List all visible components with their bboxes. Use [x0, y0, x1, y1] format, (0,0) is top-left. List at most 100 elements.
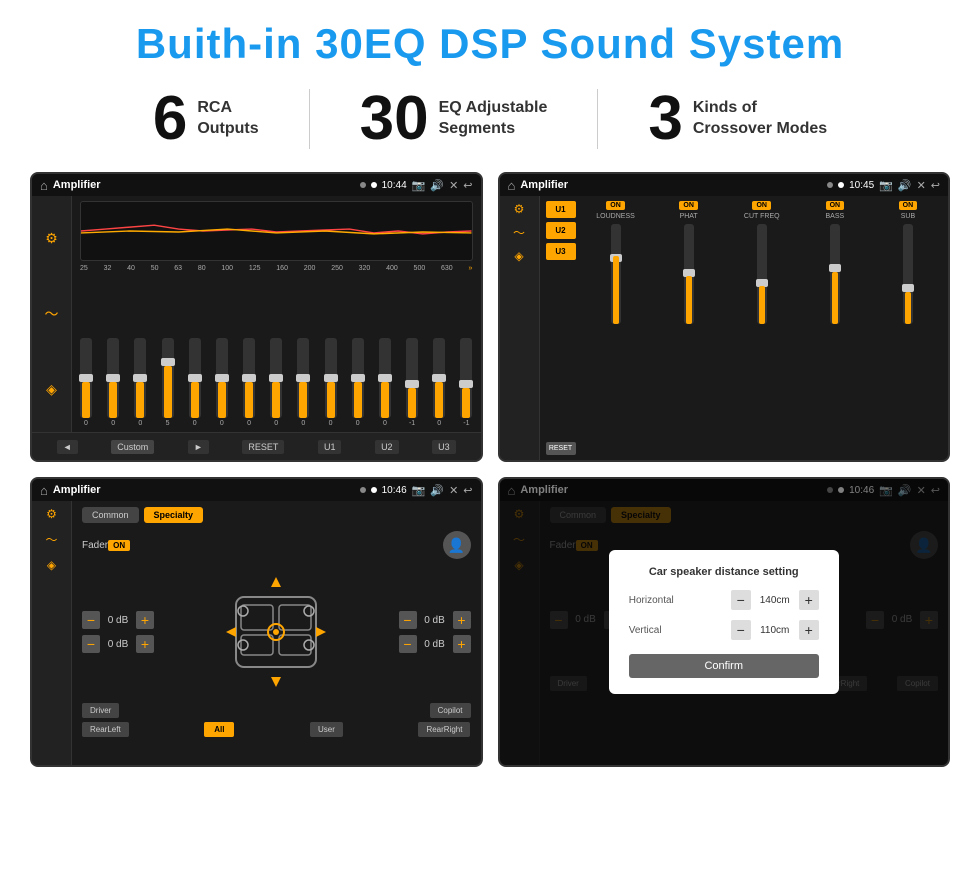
eq-slider-track-1[interactable] [107, 338, 119, 418]
eq-speaker-icon[interactable]: ◈ [46, 381, 57, 398]
eq-wave-icon[interactable]: 〜 [45, 304, 59, 324]
eq-slider-track-4[interactable] [189, 338, 201, 418]
eq-slider-thumb-12[interactable] [405, 380, 419, 388]
dsp-close-icon[interactable]: ✕ [917, 179, 926, 192]
dialog-horizontal-minus-btn[interactable]: − [731, 590, 751, 610]
home-icon[interactable]: ⌂ [40, 178, 48, 193]
fader-wave-icon[interactable]: 〜 [45, 531, 57, 548]
eq-slider-thumb-13[interactable] [432, 374, 446, 382]
fader-tr-minus-btn[interactable]: − [399, 611, 417, 629]
fader-bl-plus-btn[interactable]: + [136, 635, 154, 653]
dsp-loudness-track[interactable] [611, 224, 621, 324]
close-icon[interactable]: ✕ [449, 179, 458, 192]
eq-slider-thumb-3[interactable] [161, 358, 175, 366]
eq-slider-thumb-2[interactable] [133, 374, 147, 382]
dsp-sub-on[interactable]: ON [899, 201, 918, 210]
fader-tl-plus-btn[interactable]: + [136, 611, 154, 629]
eq-u3-btn[interactable]: U3 [432, 440, 456, 454]
eq-reset-btn[interactable]: RESET [242, 440, 284, 454]
dsp-reset-btn[interactable]: RESET [546, 442, 576, 455]
dialog-vertical-minus-btn[interactable]: − [731, 620, 751, 640]
fader-driver-btn[interactable]: Driver [82, 703, 119, 718]
eq-slider-thumb-6[interactable] [242, 374, 256, 382]
eq-slider-track-3[interactable] [162, 338, 174, 418]
dsp-back-icon[interactable]: ↩ [931, 179, 940, 192]
eq-slider-track-9[interactable] [325, 338, 337, 418]
fader-close-icon[interactable]: ✕ [449, 484, 458, 497]
fader-speaker-icon[interactable]: ◈ [47, 558, 56, 572]
dsp-speaker-icon[interactable]: ◈ [514, 249, 523, 263]
eq-slider-track-10[interactable] [352, 338, 364, 418]
dsp-cutfreq-track[interactable] [757, 224, 767, 324]
eq-slider-track-0[interactable] [80, 338, 92, 418]
fader-br-plus-btn[interactable]: + [453, 635, 471, 653]
dsp-u2-btn[interactable]: U2 [546, 222, 576, 239]
fader-tr-plus-btn[interactable]: + [453, 611, 471, 629]
dsp-sub-track[interactable] [903, 224, 913, 324]
fader-bl-minus-btn[interactable]: − [82, 635, 100, 653]
eq-slider-thumb-11[interactable] [378, 374, 392, 382]
fader-eq-icon[interactable]: ⚙ [46, 507, 57, 521]
dsp-wave-icon[interactable]: 〜 [513, 224, 525, 241]
eq-slider-thumb-1[interactable] [106, 374, 120, 382]
dsp-u1-btn[interactable]: U1 [546, 201, 576, 218]
fader-rearright-btn[interactable]: RearRight [418, 722, 470, 737]
eq-val-9: 0 [329, 420, 333, 427]
eq-u2-btn[interactable]: U2 [375, 440, 399, 454]
eq-slider-track-13[interactable] [433, 338, 445, 418]
dialog-horizontal-plus-btn[interactable]: + [799, 590, 819, 610]
fader-copilot-btn[interactable]: Copilot [430, 703, 471, 718]
main-title: Buith-in 30EQ DSP Sound System [30, 20, 950, 68]
dialog-vertical-plus-btn[interactable]: + [799, 620, 819, 640]
eq-slider-track-14[interactable] [460, 338, 472, 418]
eq-slider-thumb-10[interactable] [351, 374, 365, 382]
eq-slider-track-8[interactable] [297, 338, 309, 418]
fader-user-btn[interactable]: User [310, 722, 343, 737]
eq-slider-thumb-4[interactable] [188, 374, 202, 382]
eq-slider-11: 0 [379, 338, 391, 427]
dsp-sub-thumb[interactable] [902, 284, 914, 292]
fader-home-icon[interactable]: ⌂ [40, 483, 48, 498]
fader-br-minus-btn[interactable]: − [399, 635, 417, 653]
dsp-bass-group: ON BASS [801, 201, 869, 455]
eq-slider-track-2[interactable] [134, 338, 146, 418]
eq-filter-icon[interactable]: ⚙ [45, 230, 58, 247]
eq-slider-thumb-14[interactable] [459, 380, 473, 388]
fader-on-badge[interactable]: ON [108, 540, 130, 551]
dsp-home-icon[interactable]: ⌂ [508, 178, 516, 193]
eq-slider-thumb-7[interactable] [269, 374, 283, 382]
fader-rearleft-btn[interactable]: RearLeft [82, 722, 129, 737]
dsp-cutfreq-on[interactable]: ON [752, 201, 771, 210]
eq-play-btn[interactable]: ► [188, 440, 209, 454]
eq-slider-thumb-8[interactable] [296, 374, 310, 382]
fader-tl-minus-btn[interactable]: − [82, 611, 100, 629]
dsp-bass-thumb[interactable] [829, 264, 841, 272]
fader-status-bar: ⌂ Amplifier 10:46 📷 🔊 ✕ ↩ [32, 479, 481, 501]
fader-right-controls: − 0 dB + − 0 dB + [399, 611, 471, 653]
dsp-bass-track[interactable] [830, 224, 840, 324]
dsp-eq-icon[interactable]: ⚙ [514, 202, 525, 216]
dialog-confirm-btn[interactable]: Confirm [629, 654, 819, 678]
eq-slider-thumb-0[interactable] [79, 374, 93, 382]
eq-custom-btn[interactable]: Custom [111, 440, 154, 454]
tab-common[interactable]: Common [82, 507, 139, 523]
eq-prev-btn[interactable]: ◄ [57, 440, 78, 454]
eq-u1-btn[interactable]: U1 [318, 440, 342, 454]
eq-slider-thumb-5[interactable] [215, 374, 229, 382]
dsp-u3-btn[interactable]: U3 [546, 243, 576, 260]
eq-slider-thumb-9[interactable] [324, 374, 338, 382]
eq-slider-track-11[interactable] [379, 338, 391, 418]
eq-slider-track-7[interactable] [270, 338, 282, 418]
dsp-bass-on[interactable]: ON [826, 201, 845, 210]
tab-specialty[interactable]: Specialty [144, 507, 204, 523]
fader-back-icon[interactable]: ↩ [463, 484, 472, 497]
dsp-phat-track[interactable] [684, 224, 694, 324]
back-icon[interactable]: ↩ [463, 179, 472, 192]
eq-slider-track-5[interactable] [216, 338, 228, 418]
eq-slider-track-12[interactable] [406, 338, 418, 418]
dsp-loudness-on[interactable]: ON [606, 201, 625, 210]
dsp-phat-on[interactable]: ON [679, 201, 698, 210]
fader-user-icon[interactable]: 👤 [443, 531, 471, 559]
fader-all-btn[interactable]: All [204, 722, 234, 737]
eq-slider-track-6[interactable] [243, 338, 255, 418]
